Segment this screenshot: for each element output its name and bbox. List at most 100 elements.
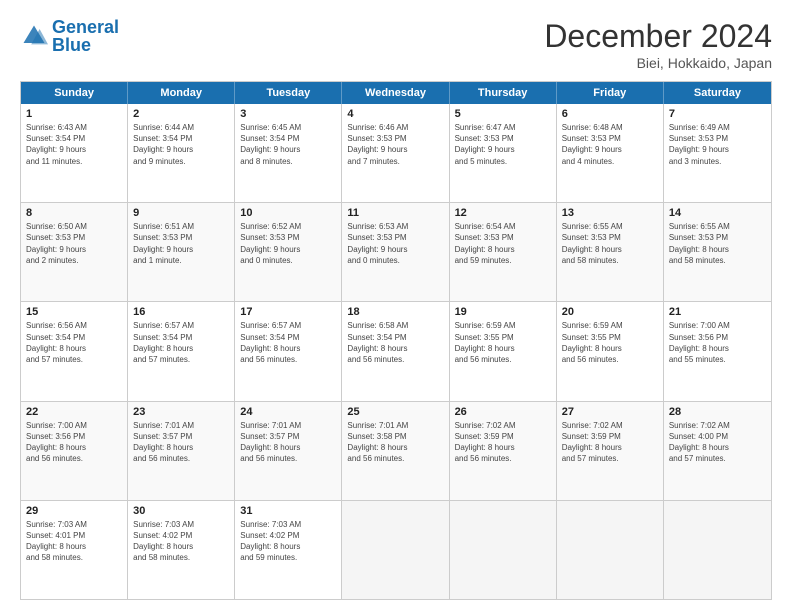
calendar-cell: 7Sunrise: 6:49 AM Sunset: 3:53 PM Daylig… bbox=[664, 104, 771, 202]
cell-info: Sunrise: 6:58 AM Sunset: 3:54 PM Dayligh… bbox=[347, 320, 443, 365]
day-number: 5 bbox=[455, 108, 551, 120]
calendar-cell bbox=[342, 501, 449, 599]
weekday-header-sunday: Sunday bbox=[21, 82, 128, 104]
calendar-cell: 17Sunrise: 6:57 AM Sunset: 3:54 PM Dayli… bbox=[235, 302, 342, 400]
calendar-cell: 11 Sunrise: 6:53 AM Sunset: 3:53 PM Dayli… bbox=[342, 203, 449, 301]
cell-info: Sunrise: 7:01 AM Sunset: 3:57 PM Dayligh… bbox=[240, 420, 336, 465]
cell-info: Sunrise: 6:46 AM Sunset: 3:53 PM Dayligh… bbox=[347, 122, 443, 167]
day-number: 4 bbox=[347, 108, 443, 120]
cell-info: Sunrise: 6:51 AM Sunset: 3:53 PM Dayligh… bbox=[133, 221, 229, 266]
day-number: 22 bbox=[26, 406, 122, 418]
page: General Blue December 2024 Biei, Hokkaid… bbox=[0, 0, 792, 612]
cell-info: Sunrise: 6:59 AM Sunset: 3:55 PM Dayligh… bbox=[562, 320, 658, 365]
day-number: 27 bbox=[562, 406, 658, 418]
logo-icon bbox=[20, 22, 48, 50]
day-number: 7 bbox=[669, 108, 766, 120]
calendar-cell: 3 Sunrise: 6:45 AM Sunset: 3:54 PM Daylig… bbox=[235, 104, 342, 202]
day-number: 25 bbox=[347, 406, 443, 418]
calendar-row-4: 22 Sunrise: 7:00 AM Sunset: 3:56 PM Dayli… bbox=[21, 401, 771, 500]
calendar-cell bbox=[664, 501, 771, 599]
cell-info: Sunrise: 6:56 AM Sunset: 3:54 PM Dayligh… bbox=[26, 320, 122, 365]
calendar-cell: 26Sunrise: 7:02 AM Sunset: 3:59 PM Dayli… bbox=[450, 402, 557, 500]
cell-info: Sunrise: 6:50 AM Sunset: 3:53 PM Dayligh… bbox=[26, 221, 122, 266]
day-number: 21 bbox=[669, 306, 766, 318]
cell-info: Sunrise: 6:43 AM Sunset: 3:54 PM Dayligh… bbox=[26, 122, 122, 167]
calendar-cell bbox=[450, 501, 557, 599]
calendar-row-5: 29 Sunrise: 7:03 AM Sunset: 4:01 PM Dayli… bbox=[21, 500, 771, 599]
cell-info: Sunrise: 6:54 AM Sunset: 3:53 PM Dayligh… bbox=[455, 221, 551, 266]
day-number: 23 bbox=[133, 406, 229, 418]
day-number: 12 bbox=[455, 207, 551, 219]
calendar-header: SundayMondayTuesdayWednesdayThursdayFrid… bbox=[21, 82, 771, 104]
calendar-cell: 10 Sunrise: 6:52 AM Sunset: 3:53 PM Dayli… bbox=[235, 203, 342, 301]
day-number: 26 bbox=[455, 406, 551, 418]
calendar-cell: 2 Sunrise: 6:44 AM Sunset: 3:54 PM Daylig… bbox=[128, 104, 235, 202]
calendar: SundayMondayTuesdayWednesdayThursdayFrid… bbox=[20, 81, 772, 600]
day-number: 24 bbox=[240, 406, 336, 418]
day-number: 18 bbox=[347, 306, 443, 318]
cell-info: Sunrise: 6:55 AM Sunset: 3:53 PM Dayligh… bbox=[562, 221, 658, 266]
calendar-cell: 18 Sunrise: 6:58 AM Sunset: 3:54 PM Dayli… bbox=[342, 302, 449, 400]
cell-info: Sunrise: 7:01 AM Sunset: 3:58 PM Dayligh… bbox=[347, 420, 443, 465]
calendar-cell: 30 Sunrise: 7:03 AM Sunset: 4:02 PM Dayli… bbox=[128, 501, 235, 599]
day-number: 8 bbox=[26, 207, 122, 219]
day-number: 3 bbox=[240, 108, 336, 120]
day-number: 6 bbox=[562, 108, 658, 120]
calendar-cell: 19Sunrise: 6:59 AM Sunset: 3:55 PM Dayli… bbox=[450, 302, 557, 400]
logo-blue: Blue bbox=[52, 35, 91, 55]
calendar-cell: 20Sunrise: 6:59 AM Sunset: 3:55 PM Dayli… bbox=[557, 302, 664, 400]
calendar-cell: 12 Sunrise: 6:54 AM Sunset: 3:53 PM Dayli… bbox=[450, 203, 557, 301]
cell-info: Sunrise: 6:47 AM Sunset: 3:53 PM Dayligh… bbox=[455, 122, 551, 167]
day-number: 19 bbox=[455, 306, 551, 318]
day-number: 14 bbox=[669, 207, 766, 219]
day-number: 30 bbox=[133, 505, 229, 517]
cell-info: Sunrise: 7:00 AM Sunset: 3:56 PM Dayligh… bbox=[669, 320, 766, 365]
calendar-row-3: 15 Sunrise: 6:56 AM Sunset: 3:54 PM Dayli… bbox=[21, 301, 771, 400]
cell-info: Sunrise: 7:03 AM Sunset: 4:01 PM Dayligh… bbox=[26, 519, 122, 564]
cell-info: Sunrise: 6:44 AM Sunset: 3:54 PM Dayligh… bbox=[133, 122, 229, 167]
calendar-cell: 14Sunrise: 6:55 AM Sunset: 3:53 PM Dayli… bbox=[664, 203, 771, 301]
calendar-cell: 13 Sunrise: 6:55 AM Sunset: 3:53 PM Dayli… bbox=[557, 203, 664, 301]
calendar-row-2: 8 Sunrise: 6:50 AM Sunset: 3:53 PM Daylig… bbox=[21, 202, 771, 301]
title-block: December 2024 Biei, Hokkaido, Japan bbox=[544, 18, 772, 71]
location-subtitle: Biei, Hokkaido, Japan bbox=[544, 55, 772, 71]
weekday-header-saturday: Saturday bbox=[664, 82, 771, 104]
logo-general: General bbox=[52, 17, 119, 37]
cell-info: Sunrise: 6:48 AM Sunset: 3:53 PM Dayligh… bbox=[562, 122, 658, 167]
cell-info: Sunrise: 7:02 AM Sunset: 3:59 PM Dayligh… bbox=[562, 420, 658, 465]
weekday-header-tuesday: Tuesday bbox=[235, 82, 342, 104]
cell-info: Sunrise: 7:00 AM Sunset: 3:56 PM Dayligh… bbox=[26, 420, 122, 465]
cell-info: Sunrise: 7:02 AM Sunset: 4:00 PM Dayligh… bbox=[669, 420, 766, 465]
weekday-header-thursday: Thursday bbox=[450, 82, 557, 104]
calendar-cell: 25 Sunrise: 7:01 AM Sunset: 3:58 PM Dayli… bbox=[342, 402, 449, 500]
day-number: 31 bbox=[240, 505, 336, 517]
cell-info: Sunrise: 6:53 AM Sunset: 3:53 PM Dayligh… bbox=[347, 221, 443, 266]
cell-info: Sunrise: 6:57 AM Sunset: 3:54 PM Dayligh… bbox=[240, 320, 336, 365]
header: General Blue December 2024 Biei, Hokkaid… bbox=[20, 18, 772, 71]
day-number: 11 bbox=[347, 207, 443, 219]
day-number: 10 bbox=[240, 207, 336, 219]
day-number: 1 bbox=[26, 108, 122, 120]
calendar-cell: 5 Sunrise: 6:47 AM Sunset: 3:53 PM Daylig… bbox=[450, 104, 557, 202]
day-number: 29 bbox=[26, 505, 122, 517]
cell-info: Sunrise: 6:57 AM Sunset: 3:54 PM Dayligh… bbox=[133, 320, 229, 365]
day-number: 2 bbox=[133, 108, 229, 120]
cell-info: Sunrise: 7:03 AM Sunset: 4:02 PM Dayligh… bbox=[133, 519, 229, 564]
calendar-cell: 4 Sunrise: 6:46 AM Sunset: 3:53 PM Daylig… bbox=[342, 104, 449, 202]
day-number: 16 bbox=[133, 306, 229, 318]
calendar-cell: 1 Sunrise: 6:43 AM Sunset: 3:54 PM Daylig… bbox=[21, 104, 128, 202]
cell-info: Sunrise: 7:01 AM Sunset: 3:57 PM Dayligh… bbox=[133, 420, 229, 465]
logo: General Blue bbox=[20, 18, 119, 54]
calendar-cell: 28 Sunrise: 7:02 AM Sunset: 4:00 PM Dayli… bbox=[664, 402, 771, 500]
calendar-cell: 21 Sunrise: 7:00 AM Sunset: 3:56 PM Dayli… bbox=[664, 302, 771, 400]
cell-info: Sunrise: 6:45 AM Sunset: 3:54 PM Dayligh… bbox=[240, 122, 336, 167]
month-title: December 2024 bbox=[544, 18, 772, 55]
calendar-cell: 22 Sunrise: 7:00 AM Sunset: 3:56 PM Dayli… bbox=[21, 402, 128, 500]
day-number: 15 bbox=[26, 306, 122, 318]
calendar-cell: 23 Sunrise: 7:01 AM Sunset: 3:57 PM Dayli… bbox=[128, 402, 235, 500]
calendar-row-1: 1 Sunrise: 6:43 AM Sunset: 3:54 PM Daylig… bbox=[21, 104, 771, 202]
day-number: 28 bbox=[669, 406, 766, 418]
cell-info: Sunrise: 6:52 AM Sunset: 3:53 PM Dayligh… bbox=[240, 221, 336, 266]
day-number: 13 bbox=[562, 207, 658, 219]
calendar-body: 1 Sunrise: 6:43 AM Sunset: 3:54 PM Daylig… bbox=[21, 104, 771, 599]
